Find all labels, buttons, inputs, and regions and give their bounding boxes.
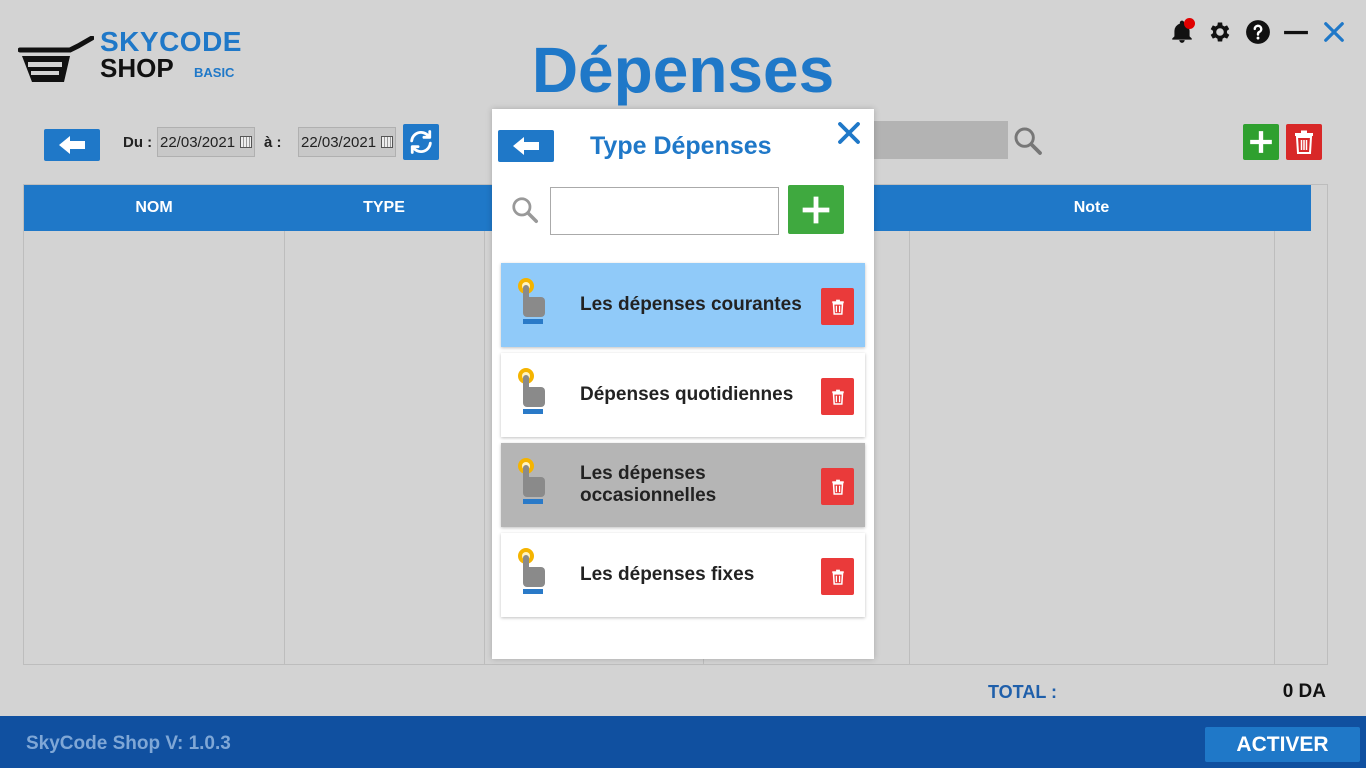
expense-type-label: Les dépenses occasionnelles [580, 463, 717, 506]
close-icon [1324, 22, 1344, 42]
plus-icon [802, 196, 830, 223]
window-controls [1168, 18, 1348, 46]
column-header-type[interactable]: TYPE [284, 185, 484, 231]
delete-expense-type-button[interactable] [821, 378, 854, 415]
hand-pointer-icon [518, 458, 545, 504]
gear-icon [1210, 22, 1230, 42]
total-label: TOTAL : [988, 682, 1057, 702]
trash-icon [831, 299, 844, 315]
expense-type-label: Les dépenses courantes [580, 294, 802, 315]
close-window-button[interactable] [1320, 18, 1348, 46]
dialog-title: Type Dépenses [590, 132, 772, 160]
back-button[interactable] [44, 129, 100, 161]
hand-pointer-icon [518, 548, 545, 594]
help-icon [1246, 20, 1270, 44]
expense-type-dialog: Type Dépenses Les dépenses courantes Dép… [492, 109, 874, 659]
refresh-button[interactable] [403, 124, 439, 160]
notifications-button[interactable] [1168, 18, 1196, 46]
add-expense-button[interactable] [1243, 124, 1279, 160]
delete-expense-type-button[interactable] [821, 468, 854, 505]
search-icon [1014, 127, 1042, 155]
delete-expense-type-button[interactable] [821, 288, 854, 325]
help-button[interactable] [1244, 18, 1272, 46]
minimize-button[interactable] [1282, 18, 1310, 46]
from-date-field[interactable]: 22/03/2021 [157, 127, 255, 157]
expense-type-item[interactable]: Les dépenses occasionnelles [501, 443, 865, 527]
settings-button[interactable] [1206, 18, 1234, 46]
to-date-field[interactable]: 22/03/2021 [298, 127, 396, 157]
trash-icon [831, 569, 844, 585]
expense-type-label: Les dépenses fixes [580, 564, 755, 585]
dialog-search-input[interactable] [550, 187, 779, 235]
main-search-button[interactable] [1012, 125, 1044, 162]
plus-icon [1250, 131, 1272, 153]
column-header-nom[interactable]: NOM [24, 185, 284, 231]
to-date-value: 22/03/2021 [301, 133, 377, 151]
version-label: SkyCode Shop V: 1.0.3 [26, 733, 231, 754]
expense-type-item[interactable]: Dépenses quotidiennes [501, 353, 865, 437]
total-value: 0 DA [1282, 681, 1326, 702]
expense-type-item[interactable]: Les dépenses courantes [501, 263, 865, 347]
to-date-label: à : [264, 134, 282, 151]
hand-pointer-icon [518, 368, 545, 414]
trash-icon [831, 479, 844, 495]
main-search-input[interactable] [866, 121, 1008, 159]
dialog-search-icon-wrap [510, 195, 540, 230]
from-date-label: Du : [123, 134, 153, 151]
minimize-icon [1284, 30, 1308, 35]
column-divider [1274, 231, 1275, 664]
delete-expense-type-button[interactable] [821, 558, 854, 595]
arrow-left-icon [513, 137, 539, 155]
column-divider [909, 231, 910, 664]
refresh-icon [410, 130, 432, 154]
search-icon [512, 197, 538, 223]
hand-pointer-icon [518, 278, 545, 324]
dialog-close-button[interactable] [835, 119, 863, 147]
dialog-add-button[interactable] [788, 185, 844, 234]
trash-icon [1295, 130, 1313, 154]
from-date-value: 22/03/2021 [160, 133, 236, 151]
column-divider [284, 231, 285, 664]
page-title: Dépenses [531, 34, 835, 106]
close-icon [838, 122, 860, 144]
activate-button[interactable]: ACTIVER [1205, 727, 1360, 762]
column-header-note[interactable]: Note [909, 185, 1274, 231]
column-divider [484, 231, 485, 664]
delete-expense-button[interactable] [1286, 124, 1322, 160]
calendar-icon[interactable] [240, 136, 252, 148]
arrow-left-icon [59, 136, 85, 154]
calendar-icon[interactable] [381, 136, 393, 148]
dialog-back-button[interactable] [498, 130, 554, 162]
notification-dot [1184, 18, 1195, 29]
expense-type-item[interactable]: Les dépenses fixes [501, 533, 865, 617]
trash-icon [831, 389, 844, 405]
expense-type-label: Dépenses quotidiennes [580, 384, 794, 405]
